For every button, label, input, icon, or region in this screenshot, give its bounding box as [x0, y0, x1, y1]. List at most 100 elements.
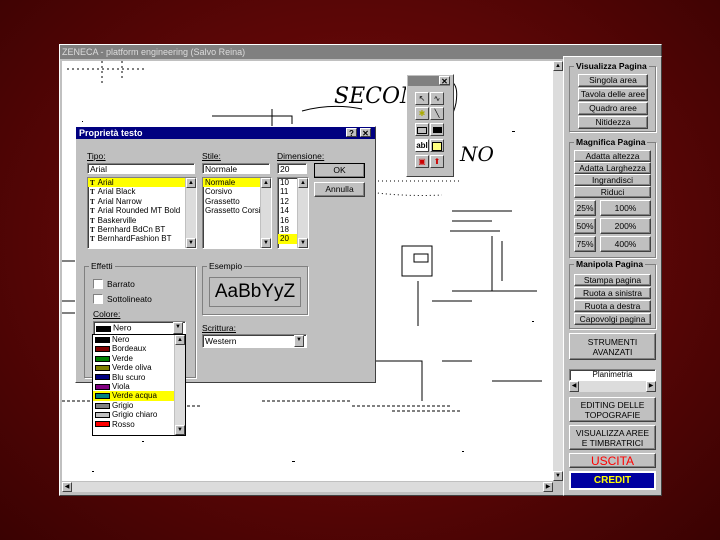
- ingrandisci-button[interactable]: Ingrandisci: [574, 174, 651, 186]
- canvas-horizontal-scrollbar[interactable]: ◀ ▶: [62, 482, 553, 492]
- font-list-item[interactable]: T Arial Black: [88, 187, 196, 196]
- font-list-item[interactable]: T Arial Rounded MT Bold: [88, 206, 196, 215]
- script-select[interactable]: Western ▼: [202, 334, 307, 348]
- style-list-scrollbar[interactable]: ▲ ▼: [260, 178, 271, 248]
- capovolgi-pagina-button[interactable]: Capovolgi pagina: [574, 313, 651, 325]
- planimetria-field[interactable]: Planimetria: [569, 369, 656, 381]
- color-option[interactable]: Blu scuro: [93, 373, 185, 382]
- visualizza-aree-timbratrici-button[interactable]: VISUALIZZA AREE E TIMBRATRICI: [569, 425, 656, 450]
- adatta-altezza-button[interactable]: Adatta altezza: [574, 150, 651, 162]
- freehand-tool-icon[interactable]: ∿: [430, 92, 444, 105]
- toolbox-close-button[interactable]: ✕: [439, 76, 450, 86]
- font-list-item[interactable]: T BernhardFashion BT: [88, 234, 196, 243]
- font-list-item[interactable]: T Arial: [88, 178, 196, 188]
- canvas-vertical-scrollbar[interactable]: ▲ ▼: [553, 61, 563, 481]
- editing-topografie-button[interactable]: EDITING DELLE TOPOGRAFIE: [569, 397, 656, 422]
- font-scroll-up[interactable]: ▲: [186, 178, 196, 188]
- nitidezza-button[interactable]: Nitidezza: [578, 116, 648, 129]
- color-select-arrow[interactable]: ▼: [173, 322, 183, 334]
- size-list[interactable]: 10 11 12 14 16 18 20 ▲ ▼: [277, 177, 309, 249]
- color-swatch: [95, 402, 110, 409]
- adatta-larghezza-button[interactable]: Adatta Larghezza: [574, 162, 651, 174]
- color-option[interactable]: Rosso: [93, 420, 185, 429]
- color-option[interactable]: Nero: [93, 335, 185, 344]
- font-list-item[interactable]: T Bernhard BdCn BT: [88, 225, 196, 234]
- size-scroll-down[interactable]: ▼: [298, 238, 308, 248]
- color-option[interactable]: Bordeaux: [93, 344, 185, 353]
- style-list[interactable]: Normale Corsivo Grassetto Grassetto Corsivo…: [202, 177, 272, 249]
- export-tool-icon[interactable]: ⬆: [430, 155, 444, 168]
- riduci-button[interactable]: Riduci: [574, 186, 651, 198]
- group-manipola-pagina: Manipola Pagina Stampa pagina Ruota a si…: [569, 259, 656, 329]
- planimetria-scrollbar[interactable]: ◀ ▶: [569, 381, 656, 392]
- scroll-left-arrow[interactable]: ◀: [62, 482, 72, 492]
- dialog-help-button[interactable]: ?: [346, 128, 357, 138]
- color-option[interactable]: Verde acqua: [93, 391, 185, 401]
- font-list[interactable]: T Arial T Arial Black T Arial Narrow T Arial Ro…: [87, 177, 197, 249]
- scroll-up-arrow[interactable]: ▲: [553, 61, 563, 71]
- font-list-item-label: Arial: [97, 178, 114, 187]
- stampa-pagina-button[interactable]: Stampa pagina: [574, 274, 651, 286]
- quadro-aree-button[interactable]: Quadro aree: [578, 102, 648, 115]
- style-scroll-down[interactable]: ▼: [261, 238, 271, 248]
- font-list-scrollbar[interactable]: ▲ ▼: [185, 178, 196, 248]
- pointer-tool-icon[interactable]: ↖: [415, 92, 429, 105]
- color-option[interactable]: Viola: [93, 382, 185, 391]
- font-scroll-down[interactable]: ▼: [186, 238, 196, 248]
- zoom-200-button[interactable]: 200%: [600, 218, 651, 234]
- annulla-button[interactable]: Annulla: [314, 182, 365, 197]
- font-list-item-label: Bernhard BdCn BT: [97, 224, 166, 234]
- font-list-item-label: Arial Rounded MT Bold: [97, 206, 181, 216]
- planimetria-scroll-right[interactable]: ▶: [646, 381, 656, 392]
- text-tool-icon[interactable]: abl: [415, 139, 429, 152]
- color-dropdown-list[interactable]: Nero Bordeaux Verde Verde oliva Blu scuro Vio…: [92, 334, 186, 436]
- scroll-right-arrow[interactable]: ▶: [543, 482, 553, 492]
- filled-rectangle-tool-icon[interactable]: [430, 123, 444, 136]
- planimetria-label: Planimetria: [592, 370, 633, 379]
- ok-button[interactable]: OK: [314, 163, 365, 178]
- script-select-arrow[interactable]: ▼: [294, 335, 304, 347]
- font-list-item[interactable]: T Baskerville: [88, 216, 196, 225]
- zoom-25-button[interactable]: 25%: [574, 200, 596, 216]
- group-title-magnifica: Magnifica Pagina: [574, 137, 648, 147]
- stamp-tool-icon[interactable]: ✱: [415, 107, 429, 120]
- font-input[interactable]: Arial: [87, 163, 195, 174]
- color-select[interactable]: Nero ▼: [93, 321, 186, 335]
- color-option[interactable]: Verde oliva: [93, 363, 185, 372]
- line-tool-icon[interactable]: ╲: [430, 107, 444, 120]
- color-scroll-up[interactable]: ▲: [175, 335, 185, 345]
- size-list-scrollbar[interactable]: ▲ ▼: [297, 178, 308, 248]
- zoom-100-button[interactable]: 100%: [600, 200, 651, 216]
- color-option[interactable]: Grigio: [93, 401, 185, 410]
- style-input[interactable]: Normale: [202, 163, 270, 174]
- zoom-50-button[interactable]: 50%: [574, 218, 596, 234]
- zoom-400-button[interactable]: 400%: [600, 236, 651, 252]
- color-dropdown-scrollbar[interactable]: ▲ ▼: [174, 335, 185, 435]
- ruota-sinistra-button[interactable]: Ruota a sinistra: [574, 287, 651, 299]
- note-tool-icon[interactable]: [430, 139, 444, 152]
- color-option[interactable]: Grigio chiaro: [93, 410, 185, 419]
- truetype-icon: T: [90, 225, 95, 234]
- ruota-destra-button[interactable]: Ruota a destra: [574, 300, 651, 312]
- style-scroll-up[interactable]: ▲: [261, 178, 271, 188]
- planimetria-scroll-left[interactable]: ◀: [569, 381, 579, 392]
- scroll-down-arrow[interactable]: ▼: [553, 471, 563, 481]
- tavola-aree-button[interactable]: Tavola delle aree: [578, 88, 648, 101]
- zoom-75-button[interactable]: 75%: [574, 236, 596, 252]
- group-magnifica-pagina: Magnifica Pagina Adatta altezza Adatta L…: [569, 137, 656, 258]
- sottolineato-checkbox[interactable]: [93, 294, 103, 304]
- strumenti-avanzati-button[interactable]: STRUMENTI AVANZATI: [569, 333, 656, 360]
- dialog-close-button[interactable]: ✕: [360, 128, 371, 138]
- singola-area-button[interactable]: Singola area: [578, 74, 648, 87]
- size-scroll-up[interactable]: ▲: [298, 178, 308, 188]
- image-tool-icon[interactable]: ▣: [415, 155, 429, 168]
- color-scroll-down[interactable]: ▼: [175, 425, 185, 435]
- rectangle-tool-icon[interactable]: [415, 123, 429, 136]
- size-input[interactable]: 20: [277, 163, 307, 174]
- uscita-button[interactable]: USCITA: [569, 453, 656, 468]
- font-list-item-label: Arial Black: [97, 187, 136, 197]
- barrato-checkbox[interactable]: [93, 279, 103, 289]
- font-list-item[interactable]: T Arial Narrow: [88, 197, 196, 206]
- color-option[interactable]: Verde: [93, 354, 185, 363]
- credit-button[interactable]: CREDIT: [569, 471, 656, 490]
